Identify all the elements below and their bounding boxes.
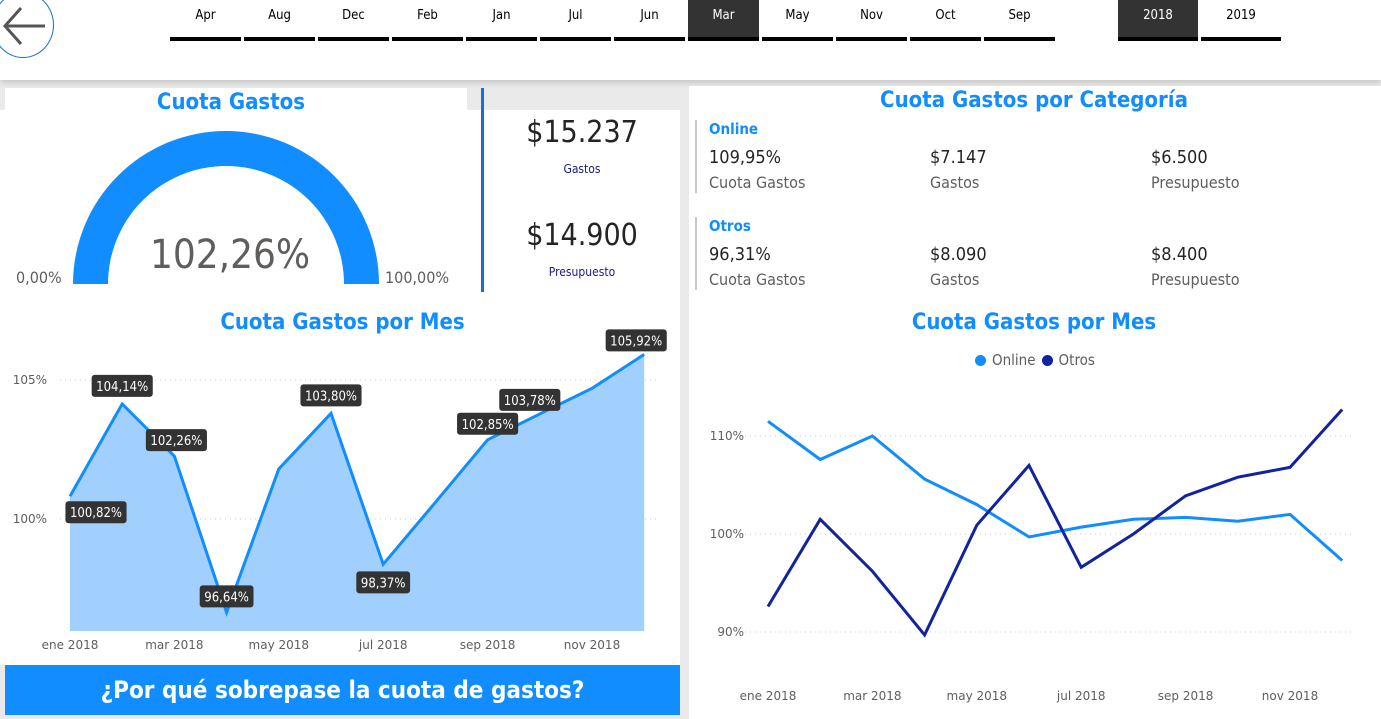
x-tick-label: ene 2018 xyxy=(740,689,797,703)
x-tick-label: mar 2018 xyxy=(843,689,901,703)
x-tick-label: jul 2018 xyxy=(1056,689,1106,703)
x-tick-label: nov 2018 xyxy=(1262,689,1318,703)
series-line-online xyxy=(767,420,1344,562)
y-tick-label: 110% xyxy=(710,429,744,443)
x-tick-label: sep 2018 xyxy=(1158,689,1214,703)
why-exceeded-button[interactable]: ¿Por qué sobrepase la cuota de gastos? xyxy=(5,665,680,715)
y-tick-label: 100% xyxy=(710,527,744,541)
right-line-chart: 90% 100% 110% ene 2018 mar 2018 may 2018 jul 2… xyxy=(710,408,1355,703)
x-tick-label: may 2018 xyxy=(947,689,1008,703)
y-tick-label: 90% xyxy=(717,625,744,639)
